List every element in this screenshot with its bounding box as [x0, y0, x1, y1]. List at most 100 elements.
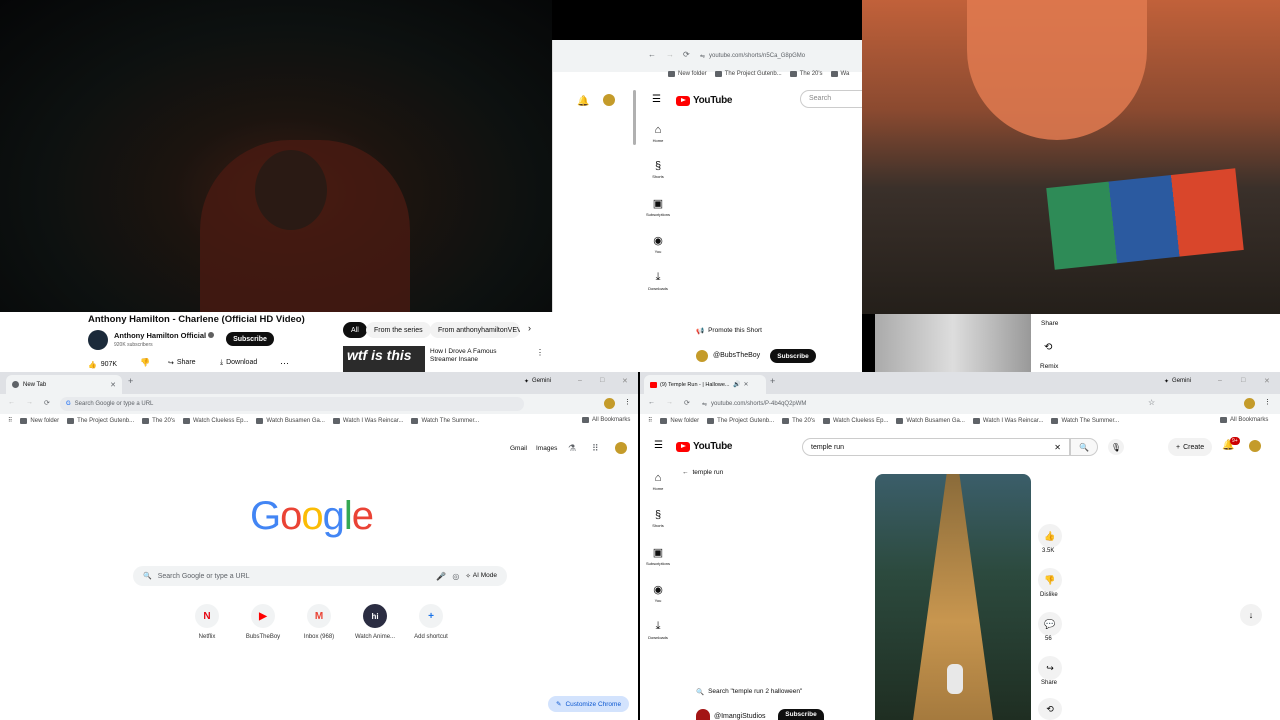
sb-address-bar[interactable]: ⇋ youtube.com/shorts/P-4b4qQ2pWM: [702, 397, 1142, 411]
bookmark[interactable]: Watch Busamen Ga...: [896, 417, 965, 424]
sb-menu-hamburger-icon[interactable]: ☰: [654, 440, 663, 451]
google-apps-icon[interactable]: ⠿: [592, 443, 599, 454]
sb-forward-icon[interactable]: →: [666, 399, 673, 406]
subscribe-button[interactable]: Subscribe: [226, 332, 274, 346]
customize-chrome-button[interactable]: ✎ Customize Chrome: [548, 696, 630, 712]
more-actions-icon[interactable]: ⋯: [280, 358, 289, 369]
sb-youtube-logo[interactable]: YouTube: [676, 441, 733, 452]
tr-sidebar-you[interactable]: ◉ You: [638, 234, 678, 254]
shorts-thumbnail-top[interactable]: [875, 314, 1031, 372]
ai-mode-button[interactable]: ✧ AI Mode: [465, 572, 497, 580]
sb-gemini-button[interactable]: ✦ Gemini: [1164, 378, 1191, 385]
mic-icon[interactable]: 🎤: [436, 572, 446, 581]
partial-notification-icon[interactable]: 🔔: [577, 96, 589, 107]
download-button[interactable]: ⤓ Download: [220, 359, 257, 367]
tr-forward-icon[interactable]: →: [666, 50, 674, 59]
tr-channel-avatar[interactable]: [696, 350, 708, 362]
bookmark[interactable]: The Project Gutenb...: [714, 71, 782, 77]
nt-all-bookmarks[interactable]: All Bookmarks: [582, 417, 630, 423]
new-tab-icon[interactable]: +: [770, 376, 775, 386]
sb-search-button[interactable]: 🔍: [1070, 438, 1098, 456]
chip-all[interactable]: All: [343, 322, 367, 338]
sb-sidebar-you[interactable]: ◉ You: [638, 583, 678, 603]
bookmark[interactable]: Watch I Was Reincar...: [332, 417, 403, 424]
clear-search-icon[interactable]: ✕: [1054, 443, 1061, 452]
create-button[interactable]: + Create: [1168, 438, 1213, 456]
maximize-icon[interactable]: □: [1241, 377, 1245, 384]
bookmark[interactable]: The 20's: [789, 71, 823, 77]
bookmark[interactable]: The Project Gutenb...: [67, 417, 134, 424]
chevron-right-icon[interactable]: ›: [528, 323, 531, 333]
share-button[interactable]: ↪ Share: [168, 359, 196, 367]
shortcut-netflix[interactable]: N Netflix: [177, 604, 237, 640]
tr-search-input[interactable]: Search: [800, 90, 862, 108]
sb-avatar[interactable]: [1244, 398, 1255, 409]
shorts-video-player[interactable]: [875, 474, 1031, 720]
tr-sidebar-shorts[interactable]: § Shorts: [638, 160, 678, 179]
nt-reload-icon[interactable]: ⟳: [44, 399, 50, 407]
nt-omnibox[interactable]: G Search Google or type a URL: [60, 397, 524, 411]
tr-channel-name[interactable]: @BubsTheBoy: [713, 352, 760, 359]
bookmark[interactable]: The 20's: [142, 417, 175, 424]
recommended-title[interactable]: How I Drove A Famous Streamer Insane: [430, 348, 520, 365]
bookmark[interactable]: The Project Gutenb...: [707, 417, 774, 424]
nt-tab[interactable]: New Tab ✕: [6, 375, 122, 394]
partial-scrollbar[interactable]: [633, 90, 636, 145]
labs-icon[interactable]: ⚗: [568, 443, 576, 454]
apps-icon[interactable]: ⠿: [8, 417, 12, 424]
audio-icon[interactable]: 🔊: [733, 381, 740, 388]
tr-share-label[interactable]: Share: [1041, 320, 1058, 327]
images-link[interactable]: Images: [536, 445, 557, 452]
comments-button[interactable]: 💬: [1038, 612, 1062, 636]
remix-button[interactable]: ⟲: [1038, 698, 1062, 720]
dislike-button[interactable]: 👎: [1038, 568, 1062, 592]
tr-subscribe-button[interactable]: Subscribe: [770, 349, 816, 363]
bookmark[interactable]: New folder: [668, 71, 707, 77]
sb-reload-icon[interactable]: ⟳: [684, 399, 690, 407]
nt-forward-icon[interactable]: →: [26, 399, 33, 406]
like-button[interactable]: 👍 907K: [88, 358, 117, 371]
sb-menu-icon[interactable]: ⋮: [1264, 398, 1271, 406]
recommended-thumbnail[interactable]: wtf is this: [343, 346, 425, 372]
channel-name[interactable]: Anthony Hamilton Official: [114, 331, 206, 340]
chip-from-channel[interactable]: From anthonyhamiltonVEVO: [430, 322, 520, 338]
apps-icon[interactable]: ⠿: [648, 417, 652, 424]
partial-avatar[interactable]: [603, 94, 615, 106]
gmail-link[interactable]: Gmail: [510, 445, 527, 452]
sb-all-bookmarks[interactable]: All Bookmarks: [1220, 417, 1268, 423]
nt-menu-icon[interactable]: ⋮: [624, 398, 631, 406]
bookmark[interactable]: New folder: [20, 417, 59, 424]
tr-menu-icon[interactable]: ☰: [652, 94, 661, 105]
sb-sidebar-shorts[interactable]: § Shorts: [638, 509, 678, 528]
window-close-icon[interactable]: ✕: [622, 377, 628, 385]
sb-search-input[interactable]: temple run ✕: [802, 438, 1070, 456]
sb-back-icon[interactable]: ←: [648, 399, 655, 406]
tr-back-icon[interactable]: ←: [648, 50, 656, 59]
sb-sidebar-home[interactable]: ⌂ Home: [638, 472, 678, 491]
bookmark-star-icon[interactable]: ☆: [1148, 398, 1155, 407]
bookmark[interactable]: Watch The Summer...: [411, 417, 479, 424]
bookmark[interactable]: Watch Clueless Ep...: [182, 417, 248, 424]
new-tab-icon[interactable]: +: [128, 376, 133, 386]
nt-gemini-button[interactable]: ✦ Gemini: [524, 378, 551, 385]
short-subscribe-button[interactable]: Subscribe: [778, 709, 824, 720]
minimize-icon[interactable]: –: [578, 377, 582, 384]
bookmark[interactable]: Wa: [830, 71, 849, 77]
short-channel-avatar[interactable]: [696, 709, 710, 720]
tr-youtube-logo[interactable]: YouTube: [676, 95, 733, 106]
tr-address-bar[interactable]: ⇋ youtube.com/shorts/n5Ca_G8pGMo: [700, 50, 860, 62]
tr-sidebar-home[interactable]: ⌂ Home: [638, 124, 678, 143]
voice-search-icon[interactable]: 🎙: [1108, 439, 1124, 455]
tr-sidebar-downloads[interactable]: ⤓ Downloads: [638, 271, 678, 291]
nt-search-box[interactable]: 🔍 Search Google or type a URL 🎤 ◎ ✧ AI Mo…: [133, 566, 507, 586]
channel-avatar[interactable]: [88, 330, 108, 350]
more-vert-icon[interactable]: ⋮: [536, 348, 544, 357]
tr-sidebar-subscriptions[interactable]: ▣ Subscriptions: [638, 197, 678, 217]
sb-sidebar-subscriptions[interactable]: ▣ Subscriptions: [638, 546, 678, 566]
tr-reload-icon[interactable]: ⟳: [683, 50, 690, 59]
back-to-results[interactable]: ← temple run: [682, 469, 723, 476]
minimize-icon[interactable]: –: [1218, 377, 1222, 384]
tr-promote-short[interactable]: 📢 Promote this Short: [696, 327, 762, 335]
close-icon[interactable]: ✕: [110, 381, 116, 389]
short-channel-name[interactable]: @ImangiStudios: [714, 713, 765, 720]
